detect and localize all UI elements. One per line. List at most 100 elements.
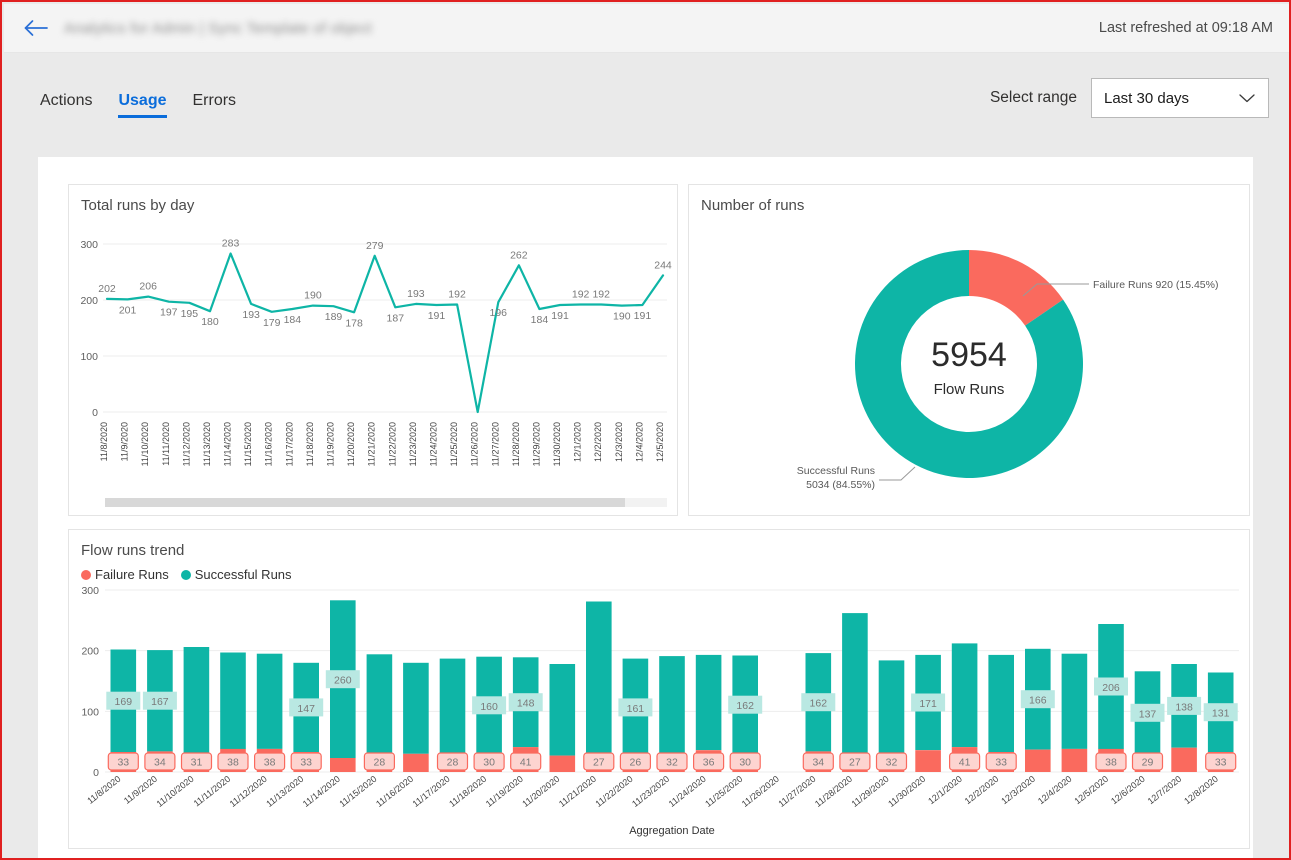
legend-label-failure: Failure Runs: [95, 567, 169, 582]
bar-segment-success[interactable]: [878, 660, 905, 753]
bar-label-failure: 33: [300, 757, 312, 769]
line-x-tick: 11/20/2020: [346, 422, 356, 466]
bar-label-success: 206: [1102, 682, 1120, 694]
bar-x-tick: 11/16/2020: [374, 774, 415, 809]
range-dropdown[interactable]: Last 30 days: [1091, 78, 1269, 118]
dashboard-canvas: Total runs by day 0 100 200 300 202 201 206 197…: [38, 157, 1253, 858]
line-chart[interactable]: 0100200300202201206197 195180283193179 184…: [69, 214, 677, 504]
line-x-tick: 11/17/2020: [284, 422, 294, 466]
line-point-label: 201: [119, 304, 137, 316]
line-point-label: 178: [345, 317, 363, 329]
bar-segment-success[interactable]: [842, 613, 868, 756]
bar-x-tick: 11/21/2020: [557, 774, 598, 809]
bar-segment-success[interactable]: [695, 654, 722, 751]
bar-label-failure: 34: [812, 757, 824, 769]
bar-x-tick: 12/5/2020: [1072, 774, 1110, 807]
bar-segment-failure[interactable]: [1061, 748, 1088, 772]
bar-label-failure: 28: [447, 757, 459, 769]
line-point-label: 189: [325, 311, 343, 323]
bar-x-tick: 12/6/2020: [1109, 774, 1147, 807]
legend-item-success[interactable]: Successful Runs: [180, 567, 292, 582]
line-point-label: 262: [510, 249, 528, 261]
bar-segment-failure[interactable]: [915, 750, 941, 772]
analytics-page: Analytics for Admin | Sync Template of o…: [0, 0, 1291, 860]
line-x-tick: 11/16/2020: [264, 422, 274, 466]
bar-x-tick: 11/20/2020: [520, 774, 561, 809]
bar-x-tick: 12/7/2020: [1146, 774, 1184, 807]
bar-segment-success[interactable]: [951, 643, 978, 748]
line-x-tick: 11/27/2020: [490, 422, 500, 466]
bar-x-tick: 11/15/2020: [337, 774, 378, 809]
line-point-label: 190: [613, 311, 631, 323]
line-point-label: 244: [654, 259, 672, 271]
bar-label-failure: 32: [886, 757, 898, 769]
bar-segment-success[interactable]: [988, 654, 1014, 752]
line-point-label: 196: [489, 307, 507, 319]
number-of-runs-panel: Number of runs 5954 Flow Runs Failure Runs…: [688, 184, 1250, 516]
bar-segment-success[interactable]: [659, 656, 685, 753]
tab-actions[interactable]: Actions: [40, 93, 92, 118]
bar-label-failure: 31: [191, 757, 203, 769]
back-button[interactable]: [14, 6, 58, 50]
bar-label-failure: 32: [666, 757, 678, 769]
bar-segment-success[interactable]: [403, 662, 429, 754]
bar-label-success: 162: [810, 698, 828, 710]
bar-segment-failure[interactable]: [403, 753, 429, 772]
line-x-tick: 11/12/2020: [181, 422, 191, 466]
line-x-tick: 11/14/2020: [223, 422, 233, 466]
line-x-tick: 11/11/2020: [161, 422, 171, 466]
total-runs-by-day-panel: Total runs by day 0 100 200 300 202 201 206 197…: [68, 184, 678, 516]
bar-segment-success[interactable]: [256, 653, 283, 749]
bar-x-tick: 11/8/2020: [85, 774, 122, 806]
bar-x-tick: 11/27/2020: [776, 774, 817, 809]
bar-x-tick: 11/17/2020: [411, 774, 452, 809]
bar-label-failure: 38: [227, 757, 239, 769]
bar-label-success: 160: [480, 701, 498, 713]
bar-segment-success[interactable]: [366, 654, 393, 755]
bar-label-success: 169: [115, 696, 133, 708]
line-point-label: 184: [284, 314, 302, 326]
line-point-label: 190: [304, 290, 322, 302]
bar-segment-success[interactable]: [439, 658, 466, 756]
line-x-tick: 11/30/2020: [552, 422, 562, 466]
line-chart-scrollbar[interactable]: [105, 498, 667, 507]
line-y-tick: 100: [80, 351, 98, 363]
line-x-tick: 11/21/2020: [367, 422, 377, 466]
line-x-tick: 12/5/2020: [655, 422, 665, 462]
bar-label-failure: 33: [117, 757, 129, 769]
title-bar: Analytics for Admin | Sync Template of o…: [4, 4, 1289, 53]
line-point-label: 191: [634, 310, 652, 322]
line-x-tick: 11/9/2020: [120, 422, 130, 461]
line-y-tick: 300: [80, 239, 98, 251]
line-x-tick: 11/26/2020: [470, 422, 480, 466]
bar-segment-success[interactable]: [220, 652, 246, 750]
bar-label-failure: 41: [959, 757, 971, 769]
line-x-tick: 11/22/2020: [387, 422, 397, 466]
bar-segment-failure[interactable]: [549, 755, 576, 772]
donut-center-label: Flow Runs: [934, 381, 1005, 398]
line-x-tick: 11/24/2020: [428, 422, 438, 466]
bar-segment-success[interactable]: [586, 601, 612, 756]
bar-x-tick: 11/14/2020: [301, 774, 342, 809]
bar-x-tick: 12/3/2020: [999, 774, 1037, 807]
tab-errors[interactable]: Errors: [193, 93, 237, 118]
bar-chart-title: Flow runs trend: [81, 542, 185, 559]
line-x-tick: 11/13/2020: [202, 422, 212, 466]
bar-segment-success[interactable]: [183, 647, 210, 754]
line-x-tick: 11/28/2020: [511, 422, 521, 466]
bar-y-tick: 100: [81, 706, 99, 718]
tab-usage[interactable]: Usage: [118, 93, 167, 118]
bar-y-tick: 0: [93, 767, 99, 779]
line-x-tick: 11/23/2020: [408, 422, 418, 466]
bar-label-success: 260: [334, 675, 352, 687]
bar-segment-success[interactable]: [1061, 653, 1088, 749]
donut-chart[interactable]: 5954 Flow Runs Failure Runs 920 (15.45%) Su…: [689, 214, 1249, 514]
bar-segment-failure[interactable]: [1171, 747, 1197, 772]
legend-item-failure[interactable]: Failure Runs: [81, 567, 169, 582]
bar-x-tick: 11/23/2020: [630, 774, 671, 809]
bar-y-tick: 300: [81, 585, 99, 597]
bar-chart[interactable]: 0 100 200 300 33 169 34 167 31 38 38 33 147 260 28 28 30…: [69, 582, 1249, 840]
bar-segment-success[interactable]: [549, 664, 576, 756]
bar-segment-failure[interactable]: [330, 758, 356, 772]
bar-segment-failure[interactable]: [1025, 749, 1051, 772]
